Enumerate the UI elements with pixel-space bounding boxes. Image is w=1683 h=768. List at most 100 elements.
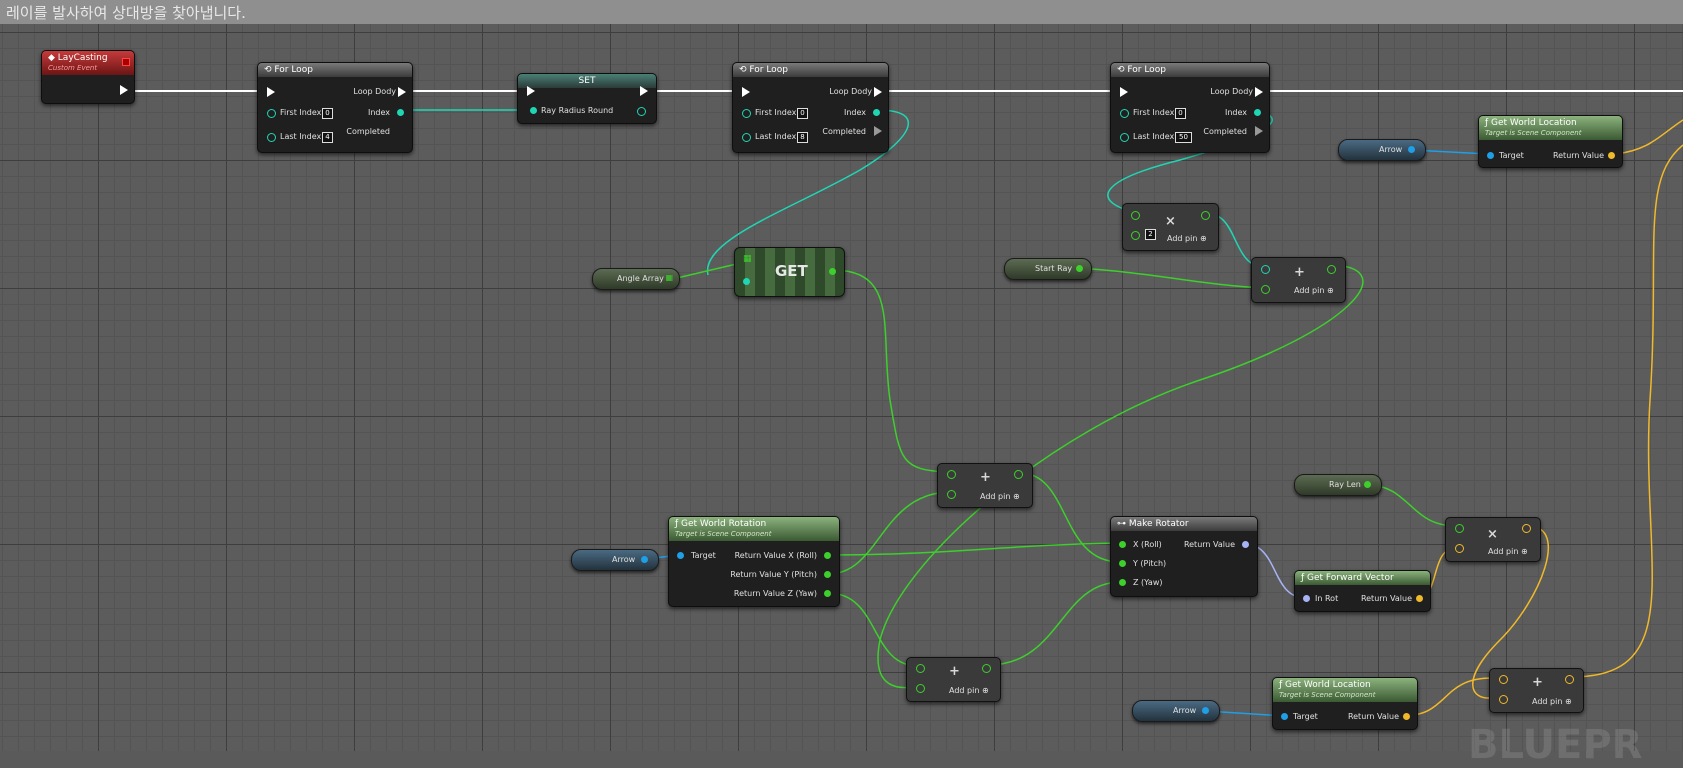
get-out-pin[interactable] (829, 268, 836, 275)
make-rotator-node[interactable]: ⊶ Make Rotator X (Roll) Return Value Y (… (1110, 516, 1258, 597)
first-index-value[interactable]: 0 (1175, 108, 1186, 119)
loop-body-pin[interactable] (398, 87, 406, 97)
ray-len-variable[interactable]: Ray Len (1294, 474, 1382, 496)
arrow-out-pin[interactable] (1408, 146, 1415, 153)
add-node-3[interactable]: + Add pin ⊕ (1489, 668, 1584, 713)
yaw-in-pin[interactable] (1119, 579, 1126, 586)
add-pin-button[interactable]: Add pin ⊕ (1488, 547, 1528, 556)
a-in-pin[interactable] (1261, 265, 1270, 274)
arrow-variable-2[interactable]: Arrow (571, 549, 659, 571)
return-pin[interactable] (1416, 595, 1423, 602)
custom-event-node[interactable]: ◆ LayCasting Custom Event (41, 50, 135, 104)
exec-in-pin[interactable] (1120, 87, 1128, 97)
return-pin[interactable] (1403, 713, 1410, 720)
target-pin[interactable] (677, 552, 684, 559)
b-in-pin[interactable] (1131, 231, 1140, 240)
exec-in-pin[interactable] (742, 87, 750, 97)
ray-len-out-pin[interactable] (1364, 481, 1371, 488)
return-pin[interactable] (1608, 152, 1615, 159)
pitch-out-pin[interactable] (824, 571, 831, 578)
last-index-pin[interactable] (267, 133, 276, 142)
out-pin[interactable] (982, 664, 991, 673)
exec-out-pin[interactable] (640, 86, 648, 96)
a-in-pin[interactable] (947, 470, 956, 479)
for-loop-node-2[interactable]: ⟲ For Loop Loop Dody First Index 0 Index… (732, 62, 889, 153)
out-pin[interactable] (1327, 265, 1336, 274)
last-index-pin[interactable] (1120, 133, 1129, 142)
start-ray-out-pin[interactable] (1076, 265, 1083, 272)
index-in-pin[interactable] (743, 278, 750, 285)
a-in-pin[interactable] (916, 664, 925, 673)
index-pin[interactable] (873, 109, 880, 116)
first-index-pin[interactable] (267, 109, 276, 118)
multiply-node-2[interactable]: × Add pin ⊕ (1445, 517, 1541, 562)
out-pin[interactable] (1522, 524, 1531, 533)
a-in-pin[interactable] (1455, 524, 1464, 533)
exec-out-pin[interactable] (120, 85, 128, 95)
add-pin-button[interactable]: Add pin ⊕ (980, 492, 1020, 501)
exec-in-pin[interactable] (527, 86, 535, 96)
ray-radius-in-pin[interactable] (530, 107, 537, 114)
array-get-node[interactable]: ▦ GET (734, 247, 845, 297)
exec-in-pin[interactable] (267, 87, 275, 97)
array-in-pin[interactable]: ▦ (743, 254, 752, 264)
b-in-pin[interactable] (916, 684, 925, 693)
add-pin-button[interactable]: Add pin ⊕ (949, 686, 989, 695)
in-rot-pin[interactable] (1303, 595, 1310, 602)
first-index-pin[interactable] (1120, 109, 1129, 118)
index-pin[interactable] (1254, 109, 1261, 116)
first-index-pin[interactable] (742, 109, 751, 118)
a-in-pin[interactable] (1499, 675, 1508, 684)
add-pin-button[interactable]: Add pin ⊕ (1167, 234, 1207, 243)
delegate-pin[interactable] (122, 58, 130, 66)
yaw-out-pin[interactable] (824, 590, 831, 597)
b-in-pin[interactable] (947, 490, 956, 499)
last-index-value[interactable]: 50 (1175, 132, 1192, 143)
last-index-value[interactable]: 8 (797, 132, 808, 143)
arrow-out-pin[interactable] (641, 556, 648, 563)
loop-body-pin[interactable] (874, 87, 882, 97)
get-world-location-node-1[interactable]: ƒ Get World Location Target is Scene Com… (1478, 115, 1623, 168)
a-in-pin[interactable] (1131, 211, 1140, 220)
start-ray-variable[interactable]: Start Ray (1004, 258, 1092, 280)
angle-array-variable[interactable]: Angle Array ▦ (592, 268, 680, 290)
arrow-variable-1[interactable]: Arrow (1338, 139, 1426, 161)
for-loop-node-1[interactable]: ⟲ For Loop Loop Dody First Index 0 Index… (257, 62, 413, 153)
first-index-value[interactable]: 0 (797, 108, 808, 119)
last-index-value[interactable]: 4 (322, 132, 333, 143)
b-in-pin[interactable] (1261, 285, 1270, 294)
add-node-1[interactable]: + Add pin ⊕ (1251, 257, 1346, 303)
completed-pin[interactable] (874, 126, 882, 136)
set-node[interactable]: SET Ray Radius Round (517, 73, 657, 124)
first-index-value[interactable]: 0 (322, 108, 333, 119)
loop-body-pin[interactable] (1255, 87, 1263, 97)
get-world-rotation-node[interactable]: ƒ Get World Rotation Target is Scene Com… (668, 516, 840, 607)
roll-in-pin[interactable] (1119, 541, 1126, 548)
add-node-4[interactable]: + Add pin ⊕ (906, 657, 1001, 702)
b-in-pin[interactable] (1455, 544, 1464, 553)
set-out-pin[interactable] (637, 107, 646, 116)
arrow-out-pin[interactable] (1202, 707, 1209, 714)
roll-out-pin[interactable] (824, 552, 831, 559)
b-in-pin[interactable] (1499, 695, 1508, 704)
target-pin[interactable] (1487, 152, 1494, 159)
last-index-pin[interactable] (742, 133, 751, 142)
out-pin[interactable] (1201, 211, 1210, 220)
out-pin[interactable] (1565, 675, 1574, 684)
add-pin-button[interactable]: Add pin ⊕ (1532, 697, 1572, 706)
completed-pin[interactable] (398, 126, 406, 136)
get-world-location-node-2[interactable]: ƒ Get World Location Target is Scene Com… (1272, 677, 1418, 730)
index-pin[interactable] (397, 109, 404, 116)
rotator-out-pin[interactable] (1242, 541, 1249, 548)
pitch-in-pin[interactable] (1119, 560, 1126, 567)
get-forward-vector-node[interactable]: ƒ Get Forward Vector In Rot Return Value (1294, 570, 1431, 612)
arrow-variable-3[interactable]: Arrow (1132, 700, 1220, 722)
add-node-2[interactable]: + Add pin ⊕ (937, 463, 1033, 508)
for-loop-node-3[interactable]: ⟲ For Loop Loop Dody First Index 0 Index… (1110, 62, 1270, 153)
multiply-node-1[interactable]: 2 × Add pin ⊕ (1122, 203, 1219, 251)
add-pin-button[interactable]: Add pin ⊕ (1294, 286, 1334, 295)
out-pin[interactable] (1014, 470, 1023, 479)
multiplier-value[interactable]: 2 (1145, 229, 1156, 240)
completed-pin[interactable] (1255, 126, 1263, 136)
target-pin[interactable] (1281, 713, 1288, 720)
